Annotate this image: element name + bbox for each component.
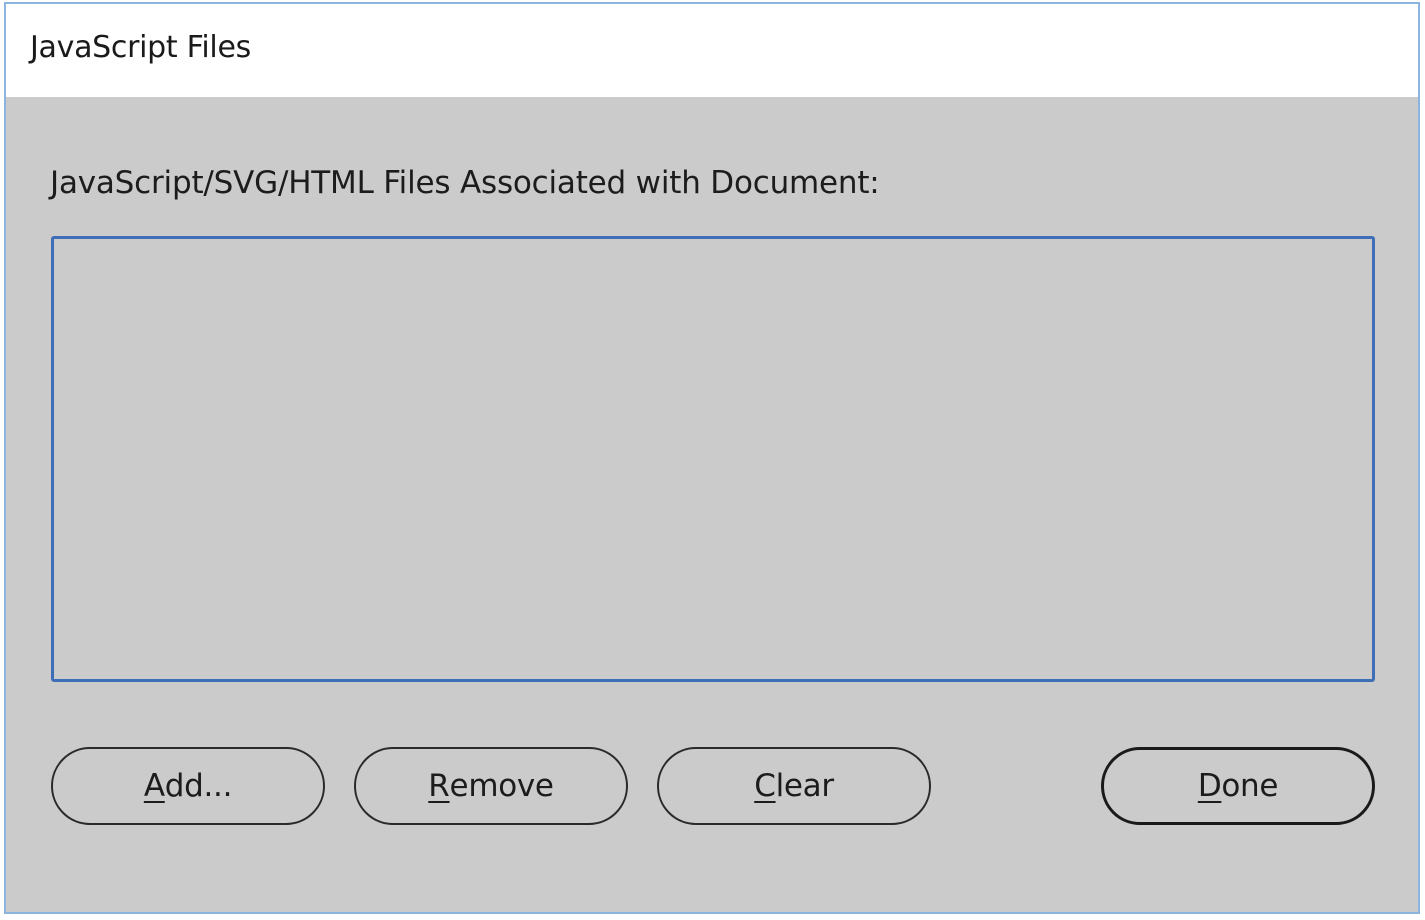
title-bar: JavaScript Files [6,4,1418,97]
done-button[interactable]: Done [1101,747,1375,825]
remove-button[interactable]: Remove [354,747,628,825]
javascript-files-dialog: JavaScript Files JavaScript/SVG/HTML Fil… [4,2,1420,914]
clear-button[interactable]: Clear [657,747,931,825]
remove-button-label: emove [449,768,554,804]
associated-files-list[interactable] [51,236,1375,682]
clear-button-mnemonic: C [754,768,776,804]
done-button-label: one [1221,768,1279,804]
remove-button-mnemonic: R [428,768,450,804]
add-button-label: dd... [164,768,233,804]
files-list-label: JavaScript/SVG/HTML Files Associated wit… [50,165,880,201]
add-button-mnemonic: A [143,768,165,804]
clear-button-label: lear [775,768,835,804]
dialog-title: JavaScript Files [30,30,251,65]
done-button-mnemonic: D [1197,768,1222,804]
add-button[interactable]: Add... [51,747,325,825]
